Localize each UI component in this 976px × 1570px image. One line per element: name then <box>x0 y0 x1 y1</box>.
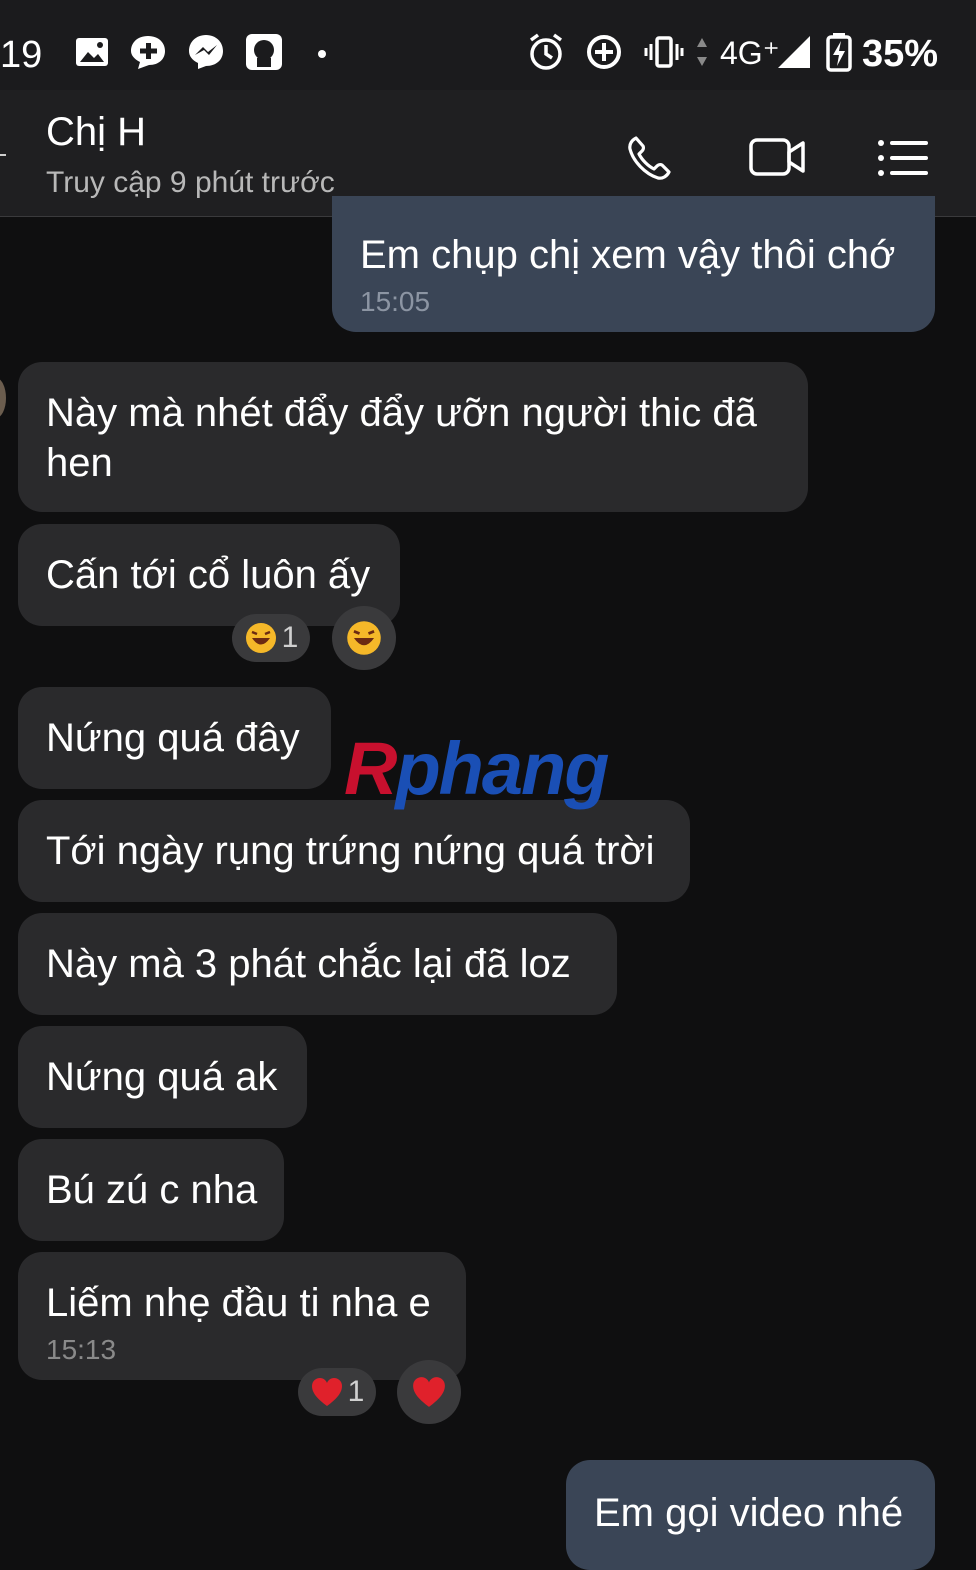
message-text: Tới ngày rụng trứng nứng quá trời <box>46 829 655 873</box>
message-bubble-incoming[interactable]: Tới ngày rụng trứng nứng quá trời <box>18 800 690 902</box>
reaction-summary[interactable]: 1 <box>298 1368 376 1416</box>
list-menu-icon[interactable] <box>874 130 934 186</box>
app-notification-icon <box>246 34 282 70</box>
status-bar: 19 4G⁺ 35% <box>0 0 976 90</box>
reaction-count: 1 <box>281 621 299 654</box>
message-bubble-incoming[interactable]: Cấn tới cổ luôn ấy <box>18 524 400 626</box>
message-text-line2: hen <box>46 441 113 485</box>
add-reaction-button[interactable] <box>332 606 396 670</box>
message-text: Này mà nhét đẩy đẩy ưỡn người thic đã <box>46 391 757 435</box>
message-text: Này mà 3 phát chắc lại đã loz <box>46 942 571 986</box>
message-text: Em gọi video nhé <box>594 1491 904 1535</box>
message-bubble-incoming[interactable]: Nứng quá ak <box>18 1026 307 1128</box>
contact-last-seen: Truy cập 9 phút trước <box>46 166 335 199</box>
message-text: Nứng quá đây <box>46 716 300 760</box>
contact-name[interactable]: Chị H <box>46 110 146 155</box>
message-time: 15:13 <box>46 1334 117 1365</box>
gallery-notification-icon <box>76 38 108 66</box>
message-time: 15:05 <box>360 286 431 317</box>
contact-avatar[interactable] <box>0 378 6 418</box>
message-text: Cấn tới cổ luôn ấy <box>46 553 371 597</box>
phone-icon[interactable] <box>622 130 682 186</box>
message-bubble-incoming[interactable]: Này mà 3 phát chắc lại đã loz <box>18 913 617 1015</box>
data-saver-icon <box>587 35 621 69</box>
message-text: Em chụp chị xem vậy thôi chớ <box>360 233 896 277</box>
chat-add-notification-icon <box>131 36 165 69</box>
messenger-notification-icon <box>189 35 223 69</box>
video-camera-icon[interactable] <box>748 130 808 186</box>
vibrate-icon <box>644 36 684 68</box>
battery-percentage: 35% <box>862 33 939 75</box>
message-text: Bú zú c nha <box>46 1168 258 1212</box>
more-notifications-dot-icon <box>318 50 326 58</box>
alarm-icon <box>529 33 563 70</box>
heart-emoji-icon <box>413 1377 445 1407</box>
message-text: Liếm nhẹ đầu ti nha e <box>46 1281 431 1325</box>
network-type: 4G⁺ <box>720 35 780 71</box>
message-bubble-outgoing[interactable]: Em chụp chị xem vậy thôi chớ 15:05 <box>332 196 935 332</box>
reaction-count: 1 <box>347 1375 365 1408</box>
laughing-emoji-icon <box>347 621 381 655</box>
laughing-emoji-icon <box>245 623 276 653</box>
message-bubble-incoming[interactable]: Nứng quá đây <box>18 687 331 789</box>
message-bubble-incoming[interactable]: Này mà nhét đẩy đẩy ưỡn người thic đã he… <box>18 362 808 512</box>
heart-emoji-icon <box>311 1378 342 1406</box>
reaction-summary[interactable]: 1 <box>232 614 310 662</box>
battery-charging-icon <box>826 33 852 72</box>
message-bubble-incoming[interactable]: Liếm nhẹ đầu ti nha e 15:13 <box>18 1252 466 1380</box>
data-activity-icon <box>697 38 707 66</box>
status-time: 19 <box>0 34 43 76</box>
message-bubble-outgoing[interactable]: Em gọi video nhé <box>566 1460 935 1570</box>
back-button[interactable] <box>0 154 6 156</box>
add-reaction-button[interactable] <box>397 1360 461 1424</box>
watermark-logo: Rphang <box>344 727 609 810</box>
message-bubble-incoming[interactable]: Bú zú c nha <box>18 1139 284 1241</box>
message-text: Nứng quá ak <box>46 1055 278 1099</box>
signal-strength-icon <box>778 36 810 68</box>
